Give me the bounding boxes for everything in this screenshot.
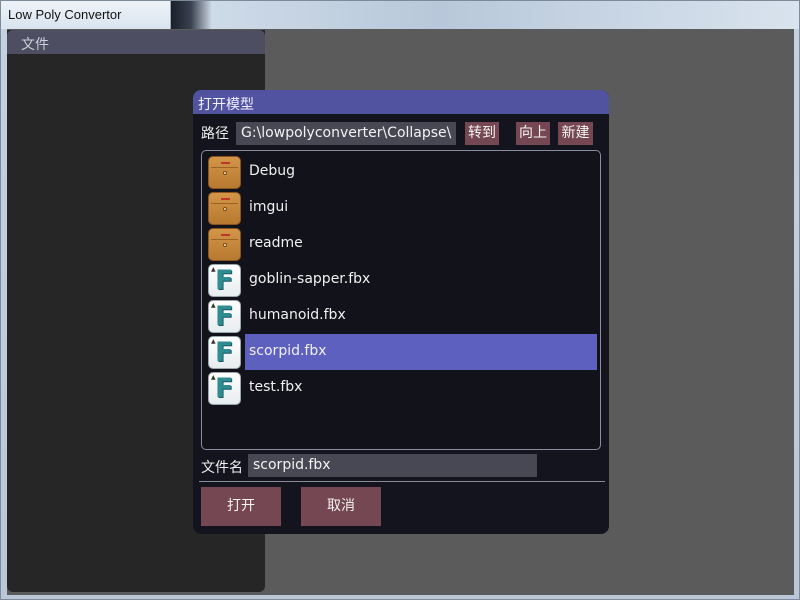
file-list-item[interactable]: ▲ F humanoid.fbx bbox=[208, 298, 598, 334]
file-name: scorpid.fbx bbox=[249, 343, 327, 359]
fbx-file-icon: ▲ F bbox=[208, 264, 241, 297]
folder-icon bbox=[208, 156, 241, 189]
title-bar-shade bbox=[171, 1, 211, 29]
file-name: test.fbx bbox=[249, 379, 303, 395]
file-list-item[interactable]: ▲ F scorpid.fbx bbox=[208, 334, 598, 370]
file-list-item[interactable]: imgui bbox=[208, 190, 598, 226]
fbx-file-icon: ▲ F bbox=[208, 336, 241, 369]
fbx-file-icon: ▲ F bbox=[208, 300, 241, 333]
title-tab: Low Poly Convertor bbox=[1, 1, 171, 29]
menu-bar: 文件 bbox=[7, 30, 265, 54]
row-background bbox=[245, 190, 597, 226]
file-list-item[interactable]: readme bbox=[208, 226, 598, 262]
fbx-file-icon: ▲ F bbox=[208, 372, 241, 405]
path-label: 路径 bbox=[201, 126, 229, 142]
title-bar[interactable]: Low Poly Convertor bbox=[1, 1, 799, 29]
dialog-header[interactable]: 打开模型 bbox=[193, 90, 609, 114]
file-list[interactable]: Debug imgui readme ▲ F goblin-sapper.fbx ▲ F hum… bbox=[201, 150, 601, 450]
dialog-title: 打开模型 bbox=[198, 97, 254, 113]
open-model-dialog: 打开模型 路径 G:\lowpolyconverter\Collapse\ 转到… bbox=[193, 90, 609, 534]
file-list-item[interactable]: Debug bbox=[208, 154, 598, 190]
goto-button[interactable]: 转到 bbox=[465, 122, 499, 145]
path-input[interactable]: G:\lowpolyconverter\Collapse\ bbox=[236, 122, 456, 145]
filename-input[interactable]: scorpid.fbx bbox=[248, 454, 537, 477]
folder-icon bbox=[208, 228, 241, 261]
new-folder-button[interactable]: 新建 bbox=[558, 122, 593, 145]
file-name: readme bbox=[249, 235, 303, 251]
file-name: humanoid.fbx bbox=[249, 307, 346, 323]
file-name: Debug bbox=[249, 163, 296, 179]
window-title: Low Poly Convertor bbox=[8, 7, 122, 22]
file-name: goblin-sapper.fbx bbox=[249, 271, 371, 287]
up-button[interactable]: 向上 bbox=[516, 122, 550, 145]
folder-icon bbox=[208, 192, 241, 225]
cancel-button[interactable]: 取消 bbox=[301, 487, 381, 526]
app-window: Low Poly Convertor 文件 打开模型 路径 G:\lowpoly… bbox=[0, 0, 800, 600]
row-background bbox=[245, 154, 597, 190]
menu-file[interactable]: 文件 bbox=[21, 34, 49, 54]
file-name: imgui bbox=[249, 199, 289, 215]
filename-label: 文件名 bbox=[201, 460, 243, 476]
divider bbox=[199, 481, 605, 482]
open-button[interactable]: 打开 bbox=[201, 487, 281, 526]
file-list-item[interactable]: ▲ F goblin-sapper.fbx bbox=[208, 262, 598, 298]
file-list-item[interactable]: ▲ F test.fbx bbox=[208, 370, 598, 406]
